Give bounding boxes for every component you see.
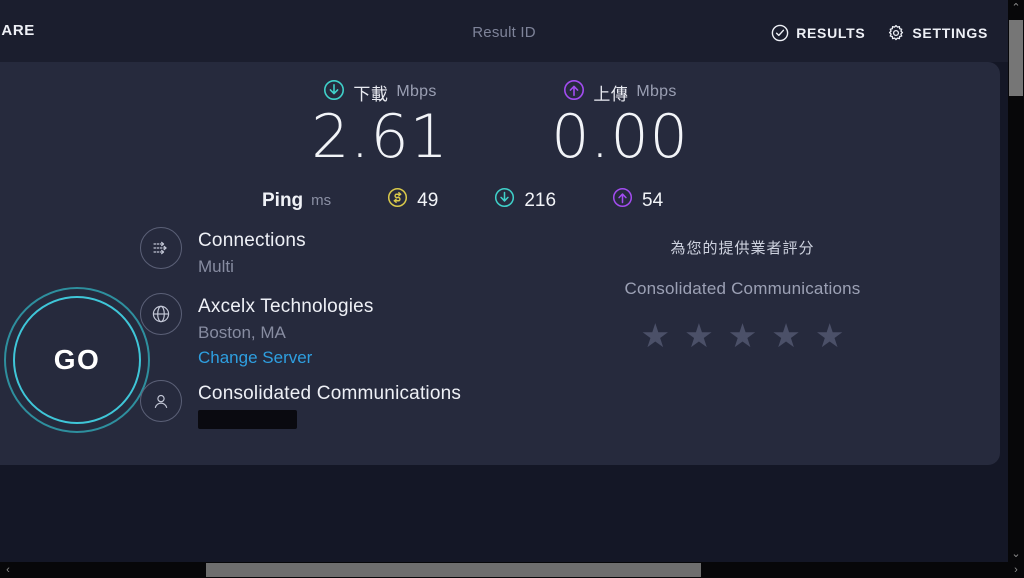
connections-title: Connections [198, 230, 306, 251]
isp-text: Consolidated Communications [198, 380, 461, 429]
results-button[interactable]: RESULTS [771, 24, 865, 42]
scroll-right-arrow-icon[interactable]: › [1008, 562, 1024, 578]
gear-icon [887, 24, 905, 42]
ping-upload-cell: 54 [612, 187, 663, 214]
download-arrow-icon [494, 187, 515, 214]
ip-address-redacted [198, 410, 297, 429]
multi-connection-icon [140, 227, 182, 269]
isp-name: Consolidated Communications [198, 383, 462, 404]
star-4[interactable]: ★ [771, 319, 801, 352]
go-button[interactable]: GO [4, 287, 150, 433]
upload-label-cjk: 上傳 [593, 84, 629, 105]
connections-text: Connections Multi [198, 227, 306, 279]
upload-speed-value: 0.00 [551, 102, 689, 172]
connections-mode: Multi [198, 257, 234, 276]
download-label-cjk: 下載 [353, 84, 389, 105]
upload-speed-block: 上傳 Mbps 0.00 [540, 79, 700, 172]
scroll-left-arrow-icon[interactable]: ‹ [0, 562, 16, 578]
scroll-up-arrow-icon[interactable]: ⌃ [1008, 0, 1024, 16]
header-actions: RESULTS SETTINGS [771, 24, 988, 42]
ping-title: Ping [262, 189, 304, 211]
upload-unit: Mbps [636, 83, 677, 100]
results-label: RESULTS [796, 25, 866, 41]
server-name: Axcelx Technologies [198, 296, 374, 317]
check-circle-icon [771, 24, 789, 42]
settings-label: SETTINGS [912, 25, 988, 41]
top-header-bar: HARE Result ID RESULTS [0, 0, 1008, 62]
change-server-link[interactable]: Change Server [198, 345, 374, 370]
scroll-down-arrow-icon[interactable]: ⌄ [1008, 546, 1024, 562]
star-2[interactable]: ★ [684, 319, 714, 352]
isp-row[interactable]: Consolidated Communications [140, 380, 560, 429]
ping-download-value: 216 [524, 189, 557, 211]
server-text: Axcelx Technologies Boston, MA Change Se… [198, 293, 374, 370]
speedtest-page: HARE Result ID RESULTS [0, 0, 1024, 578]
download-speed-value: 2.61 [311, 102, 449, 172]
upload-arrow-icon [612, 187, 633, 214]
results-card: 下載 Mbps 2.61 上傳 Mbps 0.00 Ping ms 49 216… [0, 62, 1000, 465]
download-speed-block: 下載 Mbps 2.61 [300, 79, 460, 172]
download-unit: Mbps [396, 83, 437, 100]
rating-isp-name: Consolidated Communications [624, 279, 861, 298]
star-1[interactable]: ★ [641, 319, 671, 352]
server-row[interactable]: Axcelx Technologies Boston, MA Change Se… [140, 293, 560, 370]
ping-download-cell: 216 [494, 187, 556, 214]
upload-label-row: 上傳 Mbps [540, 79, 700, 105]
star-rating[interactable]: ★ ★ ★ ★ ★ [590, 319, 895, 352]
ping-upload-value: 54 [642, 189, 664, 211]
server-location: Boston, MA [198, 323, 286, 342]
ping-row: Ping ms 49 216 54 [262, 187, 663, 214]
vertical-scrollbar-thumb[interactable] [1009, 20, 1023, 96]
rating-title: 為您的提供業者評分 [670, 239, 815, 257]
horizontal-scrollbar[interactable]: ‹ › [0, 562, 1024, 578]
ping-idle-value: 49 [417, 189, 439, 211]
star-3[interactable]: ★ [728, 319, 758, 352]
connection-info-list: Connections Multi Axcelx Technologies Bo… [140, 227, 560, 429]
idle-latency-icon [387, 187, 408, 214]
download-label-row: 下載 Mbps [300, 79, 460, 105]
go-button-label: GO [53, 344, 101, 375]
vertical-scrollbar[interactable]: ⌃ ⌄ [1008, 0, 1024, 562]
globe-icon [140, 293, 182, 335]
ping-idle-cell: 49 [387, 187, 438, 214]
speed-results: 下載 Mbps 2.61 上傳 Mbps 0.00 [300, 79, 700, 172]
ping-unit: ms [311, 192, 332, 209]
isp-rating-panel: 為您的提供業者評分 Consolidated Communications ★ … [590, 237, 895, 352]
connections-row[interactable]: Connections Multi [140, 227, 560, 279]
star-5[interactable]: ★ [815, 319, 845, 352]
horizontal-scrollbar-thumb[interactable] [206, 563, 701, 577]
settings-button[interactable]: SETTINGS [887, 24, 988, 42]
person-icon [140, 380, 182, 422]
